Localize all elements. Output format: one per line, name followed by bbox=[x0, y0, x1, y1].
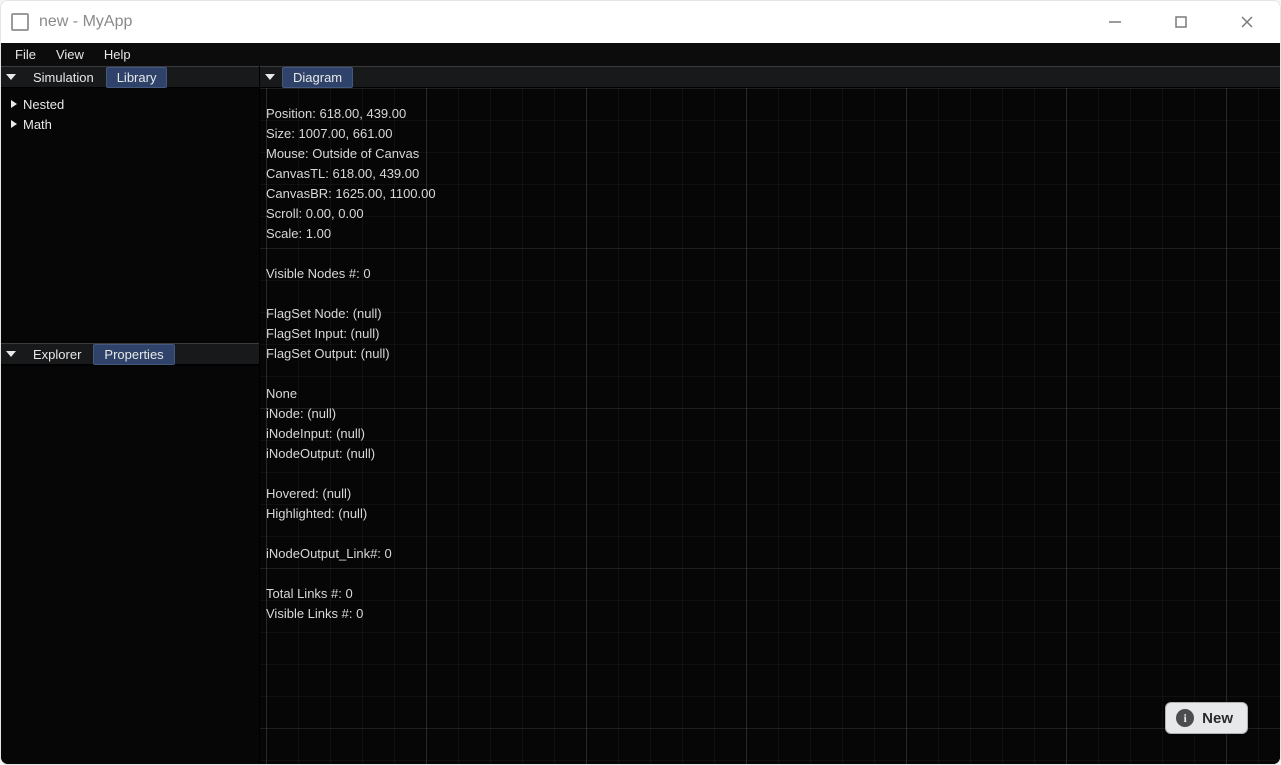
workspace: Simulation Library Nested bbox=[1, 66, 1280, 764]
tree-item-label: Math bbox=[23, 117, 52, 132]
debug-line bbox=[266, 564, 436, 584]
diagram-tabs: Diagram bbox=[260, 66, 1280, 88]
tab-explorer[interactable]: Explorer bbox=[23, 345, 91, 364]
debug-line: CanvasTL: 618.00, 439.00 bbox=[266, 164, 436, 184]
menu-view[interactable]: View bbox=[46, 45, 94, 64]
menubar: File View Help bbox=[1, 43, 1280, 66]
library-panel: Nested Math bbox=[1, 88, 259, 343]
tab-diagram[interactable]: Diagram bbox=[282, 67, 353, 88]
chevron-right-icon bbox=[5, 100, 23, 108]
collapse-icon[interactable] bbox=[264, 71, 276, 83]
debug-line: Visible Links #: 0 bbox=[266, 604, 436, 624]
tab-library[interactable]: Library bbox=[106, 67, 168, 88]
tab-properties[interactable]: Properties bbox=[93, 344, 174, 365]
properties-panel bbox=[1, 365, 259, 764]
debug-line: iNode: (null) bbox=[266, 404, 436, 424]
debug-line: FlagSet Node: (null) bbox=[266, 304, 436, 324]
debug-line: Mouse: Outside of Canvas bbox=[266, 144, 436, 164]
debug-overlay: Position: 618.00, 439.00Size: 1007.00, 6… bbox=[266, 104, 436, 624]
tree-item-label: Nested bbox=[23, 97, 64, 112]
debug-line: Position: 618.00, 439.00 bbox=[266, 104, 436, 124]
debug-line: iNodeInput: (null) bbox=[266, 424, 436, 444]
library-tree: Nested Math bbox=[1, 88, 259, 140]
window-title: new - MyApp bbox=[39, 13, 132, 31]
debug-line: Highlighted: (null) bbox=[266, 504, 436, 524]
diagram-canvas[interactable]: Position: 618.00, 439.00Size: 1007.00, 6… bbox=[260, 88, 1280, 764]
close-button[interactable] bbox=[1232, 7, 1262, 37]
debug-line bbox=[266, 524, 436, 544]
debug-line: Total Links #: 0 bbox=[266, 584, 436, 604]
titlebar: new - MyApp bbox=[1, 1, 1280, 43]
debug-line bbox=[266, 464, 436, 484]
debug-line: Hovered: (null) bbox=[266, 484, 436, 504]
debug-line: None bbox=[266, 384, 436, 404]
tab-simulation[interactable]: Simulation bbox=[23, 68, 104, 87]
maximize-button[interactable] bbox=[1166, 7, 1196, 37]
chevron-right-icon bbox=[5, 120, 23, 128]
tree-item-math[interactable]: Math bbox=[5, 114, 255, 134]
collapse-icon[interactable] bbox=[5, 71, 17, 83]
window-controls bbox=[1100, 7, 1262, 37]
new-button[interactable]: i New bbox=[1165, 702, 1248, 734]
app-icon bbox=[11, 13, 29, 31]
debug-line: Visible Nodes #: 0 bbox=[266, 264, 436, 284]
debug-line bbox=[266, 284, 436, 304]
tree-item-nested[interactable]: Nested bbox=[5, 94, 255, 114]
debug-line bbox=[266, 244, 436, 264]
debug-line: Scroll: 0.00, 0.00 bbox=[266, 204, 436, 224]
debug-line: FlagSet Output: (null) bbox=[266, 344, 436, 364]
collapse-icon[interactable] bbox=[5, 348, 17, 360]
debug-line: iNodeOutput: (null) bbox=[266, 444, 436, 464]
menu-help[interactable]: Help bbox=[94, 45, 141, 64]
app-window: new - MyApp File View Help bbox=[0, 0, 1281, 765]
left-bottom-tabs: Explorer Properties bbox=[1, 343, 259, 365]
info-icon: i bbox=[1176, 709, 1194, 727]
toast-label: New bbox=[1202, 710, 1233, 727]
debug-line: iNodeOutput_Link#: 0 bbox=[266, 544, 436, 564]
right-column: Diagram Position: 618.00, 439.00Size: 10… bbox=[259, 66, 1280, 764]
minimize-button[interactable] bbox=[1100, 7, 1130, 37]
debug-line bbox=[266, 364, 436, 384]
left-top-tabs: Simulation Library bbox=[1, 66, 259, 88]
left-column: Simulation Library Nested bbox=[1, 66, 259, 764]
debug-line: Size: 1007.00, 661.00 bbox=[266, 124, 436, 144]
debug-line: CanvasBR: 1625.00, 1100.00 bbox=[266, 184, 436, 204]
debug-line: FlagSet Input: (null) bbox=[266, 324, 436, 344]
menu-file[interactable]: File bbox=[5, 45, 46, 64]
debug-line: Scale: 1.00 bbox=[266, 224, 436, 244]
